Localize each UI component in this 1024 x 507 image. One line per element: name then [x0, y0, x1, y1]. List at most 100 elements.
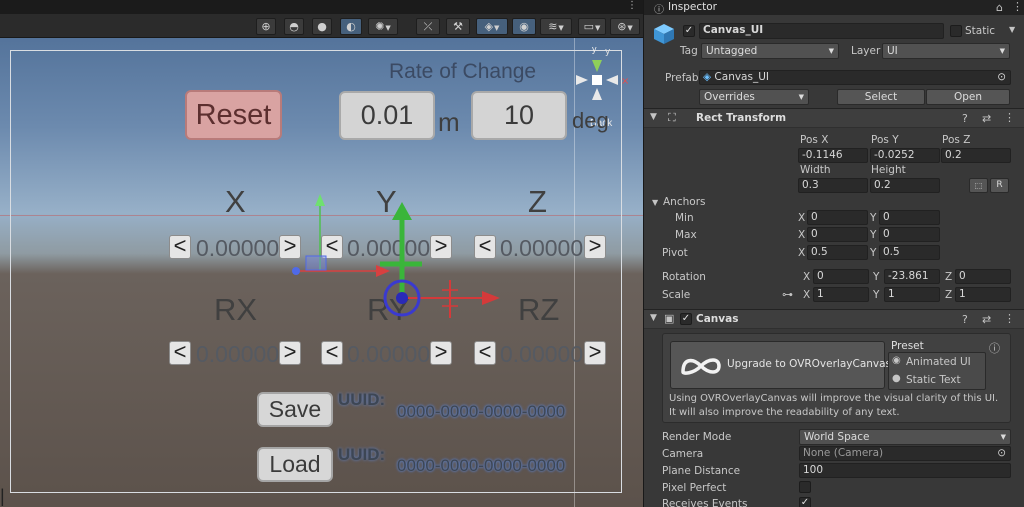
camera-icon[interactable]: ▭▼ [578, 18, 606, 35]
svg-text:y: y [605, 47, 611, 57]
collapse-icon[interactable]: ▼ [650, 112, 657, 122]
anchor-min-x-field[interactable]: 0 [807, 210, 868, 225]
canvas-enabled-checkbox[interactable]: ✓ [680, 313, 692, 325]
gizmo-icon[interactable]: ⊛▼ [610, 18, 640, 35]
component-menu-icon[interactable]: ⋮ [1004, 312, 1015, 325]
presets-icon[interactable]: ⇄ [982, 112, 991, 125]
shading-solid-icon[interactable]: ● [312, 18, 332, 35]
layer-label: Layer [851, 45, 881, 57]
upgrade-button[interactable]: Upgrade to OVROverlayCanvas [670, 341, 891, 389]
scale-x-field[interactable]: 1 [813, 287, 869, 302]
blueprint-button[interactable]: ⬚ [969, 178, 988, 193]
camera-field[interactable]: None (Camera) ⊙ [799, 446, 1011, 461]
select-button[interactable]: Select [837, 89, 925, 105]
prefab-field[interactable]: ◈ Canvas_UI ⊙ [699, 70, 1011, 85]
effects-icon[interactable]: ⚒ [446, 18, 470, 35]
axis-z-label: Z [528, 184, 547, 219]
rz-decrement-button[interactable]: < [474, 341, 496, 365]
animated-ui-radio[interactable]: ◉ [892, 355, 901, 366]
collapse-icon[interactable]: ▼ [650, 313, 657, 323]
rotation-y-field[interactable]: -23.861 [884, 269, 940, 284]
object-name-field[interactable]: Canvas_UI [699, 23, 944, 39]
static-text-radio[interactable]: ● [892, 373, 901, 384]
canvas-header[interactable]: ▼ ▣ ✓ Canvas ? ⇄ ⋮ [644, 309, 1024, 329]
scale-y-field[interactable]: 1 [884, 287, 940, 302]
static-dropdown-icon[interactable]: ▼ [1009, 25, 1015, 34]
presets-icon[interactable]: ⇄ [982, 313, 991, 326]
rotation-label: Rotation [662, 271, 706, 283]
static-checkbox[interactable] [950, 25, 962, 37]
degrees-input[interactable]: 10 [471, 91, 567, 140]
lighting-icon[interactable]: ✺▼ [368, 18, 398, 35]
scene-menu-icon[interactable]: ⋮ [627, 0, 637, 11]
uuid-label: UUID: [338, 390, 386, 409]
help-icon[interactable]: ? [962, 112, 968, 125]
rz-increment-button[interactable]: > [584, 341, 606, 365]
anchor-min-y-field[interactable]: 0 [879, 210, 940, 225]
more-icon[interactable]: ⋮ [1012, 0, 1023, 13]
pixel-perfect-checkbox[interactable] [799, 481, 811, 493]
anchors-collapse-icon[interactable]: ▼ [652, 198, 658, 207]
component-menu-icon[interactable]: ⋮ [1004, 111, 1015, 124]
z-value: 0.00000 [500, 235, 584, 261]
ovr-info-line-1: Using OVROverlayCanvas will improve the … [669, 393, 999, 404]
stack-icon[interactable]: ≋▼ [540, 18, 572, 35]
visibility-icon[interactable]: ◉ [512, 18, 536, 35]
orientation-gizmo[interactable]: y × [570, 42, 630, 110]
layer-dropdown[interactable]: UI ▼ [882, 43, 1010, 59]
width-field[interactable]: 0.3 [798, 178, 868, 193]
ry-decrement-button[interactable]: < [321, 341, 343, 365]
tab-inspector[interactable]: Inspector [668, 1, 717, 13]
rotation-z-field[interactable]: 0 [955, 269, 1011, 284]
rect-transform-header[interactable]: ▼ ⛶ Rect Transform ? ⇄ ⋮ [644, 108, 1024, 128]
receives-events-label: Receives Events [662, 498, 748, 507]
overrides-dropdown[interactable]: Overrides ▼ [699, 89, 809, 105]
object-picker-icon: ⊙ [997, 71, 1006, 83]
pos-y-label: Pos Y [871, 134, 899, 146]
pivot-y-field[interactable]: 0.5 [879, 245, 940, 260]
pos-y-field[interactable]: -0.0252 [870, 148, 940, 163]
rect-transform-title: Rect Transform [696, 112, 787, 124]
reset-button[interactable]: Reset [185, 90, 282, 140]
tag-dropdown[interactable]: Untagged ▼ [701, 43, 839, 59]
link-icon[interactable]: ⊶ [782, 288, 793, 301]
render-mode-dropdown[interactable]: World Space ▼ [799, 429, 1011, 445]
rx-increment-button[interactable]: > [279, 341, 301, 365]
scale-y-axis-label: Y [873, 289, 880, 301]
layers-icon[interactable]: ◈▼ [476, 18, 508, 35]
inspector-tab-icon: ⓘ [654, 5, 664, 16]
x-decrement-button[interactable]: < [169, 235, 191, 259]
anchor-max-x-field[interactable]: 0 [807, 227, 868, 242]
active-checkbox[interactable]: ✓ [683, 25, 695, 37]
scale-z-field[interactable]: 1 [955, 287, 1011, 302]
help-icon[interactable]: ? [962, 313, 968, 326]
tag-label: Tag [680, 45, 698, 57]
lock-icon[interactable]: ⌂ [996, 1, 1003, 14]
plane-distance-field[interactable]: 100 [799, 463, 1011, 478]
width-label: Width [800, 164, 831, 176]
ry-increment-button[interactable]: > [430, 341, 452, 365]
load-button[interactable]: Load [257, 447, 333, 482]
height-field[interactable]: 0.2 [870, 178, 940, 193]
uuid-value: 0000-0000-0000-0000 [397, 402, 566, 421]
z-increment-button[interactable]: > [584, 235, 606, 259]
meters-input[interactable]: 0.01 [339, 91, 435, 140]
pivot-x-field[interactable]: 0.5 [807, 245, 868, 260]
raw-edit-button[interactable]: R [990, 178, 1009, 193]
rotation-x-field[interactable]: 0 [813, 269, 869, 284]
rx-value: 0.00000 [196, 341, 280, 367]
audio-mute-icon[interactable]: ⤫ [416, 18, 440, 35]
min-y-axis-label: Y [870, 212, 877, 224]
pos-x-field[interactable]: -0.1146 [798, 148, 868, 163]
grid-icon[interactable]: ⊕ [256, 18, 276, 35]
scene-view[interactable]: ⋮ ⊕ ◓ ● ◐ ✺▼ ⤫ ⚒ ◈▼ ◉ ≋▼ ▭▼ ⊛▼ y × y Bac… [0, 0, 643, 507]
transform-gizmo[interactable] [286, 190, 506, 320]
open-button[interactable]: Open [926, 89, 1010, 105]
rx-decrement-button[interactable]: < [169, 341, 191, 365]
save-button[interactable]: Save [257, 392, 333, 427]
shading-lit-icon[interactable]: ◐ [340, 18, 362, 35]
pos-z-field[interactable]: 0.2 [941, 148, 1011, 163]
anchor-max-y-field[interactable]: 0 [879, 227, 940, 242]
shading-wire-icon[interactable]: ◓ [284, 18, 304, 35]
receives-events-checkbox[interactable]: ✓ [799, 497, 811, 507]
